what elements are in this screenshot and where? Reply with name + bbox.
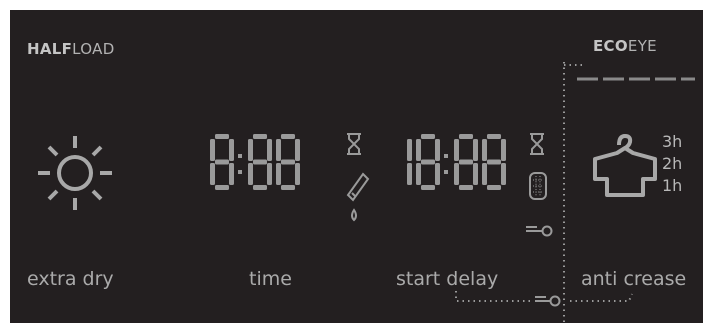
- segment: [459, 185, 473, 190]
- segment: [487, 159, 501, 165]
- segment: [253, 159, 267, 165]
- segment: [473, 139, 478, 161]
- segment: [487, 134, 501, 139]
- segment: [281, 159, 295, 165]
- segment-digit: [276, 134, 300, 190]
- segment: [459, 134, 473, 139]
- segment: [267, 163, 272, 185]
- segment-digit: [210, 134, 234, 190]
- segment: [267, 139, 272, 161]
- segment: [454, 139, 459, 161]
- hourglass-icon: [347, 133, 361, 155]
- segment: [454, 163, 459, 185]
- segment: [248, 139, 253, 161]
- segment-digit: [248, 134, 272, 190]
- time-status-icons: [346, 133, 370, 222]
- time-button[interactable]: time: [249, 268, 292, 290]
- time-display: [210, 134, 300, 190]
- start-delay-button[interactable]: start delay: [396, 268, 498, 290]
- segment: [253, 134, 267, 139]
- segment-digit: [454, 134, 478, 190]
- colon-dot: [444, 154, 448, 158]
- segment: [215, 159, 229, 165]
- anti-crease-2h[interactable]: 2h: [662, 153, 682, 175]
- anti-crease-1h[interactable]: 1h: [662, 175, 682, 197]
- segment: [248, 163, 253, 185]
- segment: [229, 163, 234, 185]
- segment: [276, 163, 281, 185]
- segment-digit: [482, 134, 506, 190]
- delay-status-icons: [526, 133, 553, 237]
- segment: [253, 185, 267, 190]
- segment: [215, 134, 229, 139]
- segment: [210, 139, 215, 161]
- segment: [482, 139, 487, 161]
- segment-digit: [407, 139, 412, 185]
- segment: [407, 163, 412, 185]
- segment: [501, 139, 506, 161]
- anti-crease-button[interactable]: anti crease: [581, 268, 686, 290]
- key-line-icon: [535, 295, 561, 307]
- segment: [421, 185, 435, 190]
- segment: [281, 185, 295, 190]
- colon-dot: [444, 170, 448, 174]
- detergent-drop-icon: [346, 172, 370, 222]
- segment-digit: [416, 134, 440, 190]
- anti-crease-levels: 3h 2h 1h: [662, 131, 682, 197]
- segment: [435, 163, 440, 185]
- shirt-icon[interactable]: [590, 131, 657, 203]
- segment: [416, 139, 421, 161]
- segment: [487, 185, 501, 190]
- segment: [421, 134, 435, 139]
- segment: [482, 163, 487, 185]
- extra-dry-button[interactable]: extra dry: [27, 268, 114, 290]
- segment: [215, 185, 229, 190]
- segment: [276, 139, 281, 161]
- segment: [459, 159, 473, 165]
- key-icon: [526, 225, 553, 237]
- segment: [473, 163, 478, 185]
- anti-crease-3h[interactable]: 3h: [662, 131, 682, 153]
- segment: [416, 163, 421, 185]
- segment: [210, 163, 215, 185]
- segment: [501, 163, 506, 185]
- sun-icon[interactable]: [30, 128, 120, 218]
- control-panel-display: HALFLOAD ECOEYE 3h 2h 1h extra dry time …: [10, 10, 703, 323]
- hourglass-icon: [530, 133, 544, 155]
- segment: [435, 139, 440, 161]
- segment: [407, 139, 412, 161]
- segment: [421, 159, 435, 165]
- colon-dot: [238, 154, 242, 158]
- segment: [281, 134, 295, 139]
- segment: [295, 139, 300, 161]
- drum-icon: [529, 172, 547, 200]
- colon-dot: [238, 170, 242, 174]
- start-delay-display: [407, 134, 506, 190]
- segment: [295, 163, 300, 185]
- segment: [229, 139, 234, 161]
